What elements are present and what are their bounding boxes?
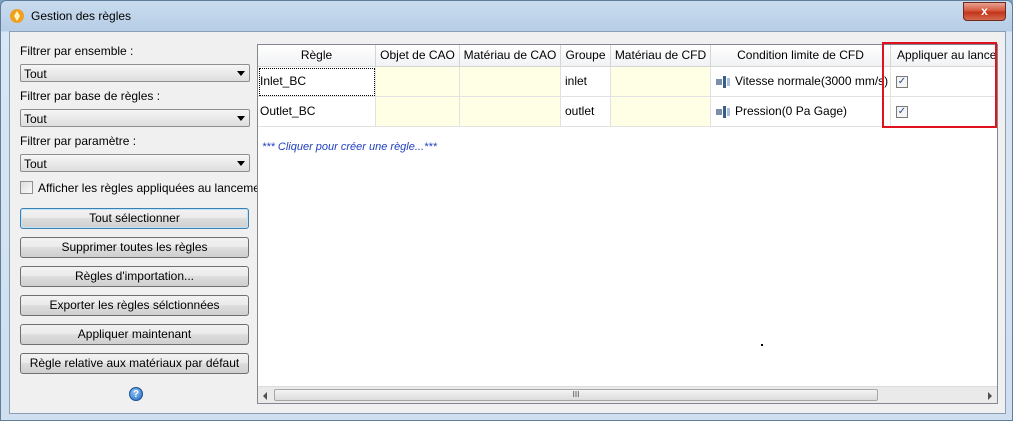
cell-groupe[interactable]: inlet	[561, 67, 611, 97]
cell-regle[interactable]: Inlet_BC	[258, 67, 376, 97]
export-rules-button[interactable]: Exporter les règles sélctionnées	[20, 295, 249, 316]
close-button[interactable]: x	[963, 2, 1006, 21]
boundary-condition-icon	[716, 75, 730, 88]
select-all-button[interactable]: Tout sélectionner	[20, 208, 249, 229]
cell-materiau-cao[interactable]	[460, 97, 561, 127]
cursor-dot	[761, 344, 763, 346]
filter-base-select[interactable]: Tout	[20, 109, 250, 127]
rules-dialog: Gestion des règles x Filtrer par ensembl…	[0, 0, 1013, 421]
filter-param-value: Tout	[24, 157, 47, 171]
app-logo-icon	[10, 9, 24, 23]
boundary-condition-icon	[716, 105, 730, 118]
chevron-down-icon	[237, 161, 245, 166]
cell-groupe[interactable]: outlet	[561, 97, 611, 127]
dialog-body: Filtrer par ensemble : Tout Filtrer par …	[9, 31, 1006, 414]
show-applied-checkbox[interactable]	[20, 181, 33, 194]
col-header-condition[interactable]: Condition limite de CFD	[711, 45, 891, 67]
create-rule-link[interactable]: *** Cliquer pour créer une règle...***	[262, 141, 437, 153]
filter-ensemble-select[interactable]: Tout	[20, 64, 250, 82]
filter-ensemble-value: Tout	[24, 67, 47, 81]
show-applied-label: Afficher les règles appliquées au lancem…	[38, 181, 270, 195]
cell-regle[interactable]: Outlet_BC	[258, 97, 376, 127]
cell-materiau-cfd[interactable]	[611, 67, 711, 97]
cell-objet-cao[interactable]	[376, 67, 460, 97]
filter-param-select[interactable]: Tout	[20, 154, 250, 172]
title-bar[interactable]: Gestion des règles x	[1, 1, 1012, 31]
cell-condition-text: Pression(0 Pa Gage)	[735, 104, 848, 118]
filter-ensemble-label: Filtrer par ensemble :	[20, 44, 134, 58]
cell-condition[interactable]: Vitesse normale(3000 mm/s)	[711, 67, 891, 97]
chevron-down-icon	[237, 116, 245, 121]
col-header-materiau-cfd[interactable]: Matériau de CFD	[611, 45, 711, 67]
filter-base-label: Filtrer par base de règles :	[20, 89, 161, 103]
col-header-objet-cao[interactable]: Objet de CAO	[376, 45, 460, 67]
scroll-right-icon[interactable]	[988, 392, 992, 400]
import-rules-button[interactable]: Règles d'importation...	[20, 266, 249, 287]
help-icon[interactable]: ?	[129, 387, 143, 401]
scroll-left-icon[interactable]	[263, 392, 267, 400]
cell-condition[interactable]: Pression(0 Pa Gage)	[711, 97, 891, 127]
window-title: Gestion des règles	[31, 9, 132, 23]
col-header-groupe[interactable]: Groupe	[561, 45, 611, 67]
cell-condition-text: Vitesse normale(3000 mm/s)	[735, 74, 889, 88]
filter-base-value: Tout	[24, 112, 47, 126]
cell-materiau-cfd[interactable]	[611, 97, 711, 127]
cell-objet-cao[interactable]	[376, 97, 460, 127]
col-header-materiau-cao[interactable]: Matériau de CAO	[460, 45, 561, 67]
delete-all-button[interactable]: Supprimer toutes les règles	[20, 237, 249, 258]
chevron-down-icon	[237, 71, 245, 76]
cell-materiau-cao[interactable]	[460, 67, 561, 97]
default-material-rule-button[interactable]: Règle relative aux matériaux par défaut	[20, 353, 249, 374]
filter-param-label: Filtrer par paramètre :	[20, 134, 137, 148]
highlight-annotation	[882, 42, 997, 128]
horizontal-scrollbar[interactable]: III	[258, 386, 997, 403]
apply-now-button[interactable]: Appliquer maintenant	[20, 324, 249, 345]
scroll-thumb[interactable]: III	[274, 389, 878, 401]
col-header-regle[interactable]: Règle	[258, 45, 376, 67]
